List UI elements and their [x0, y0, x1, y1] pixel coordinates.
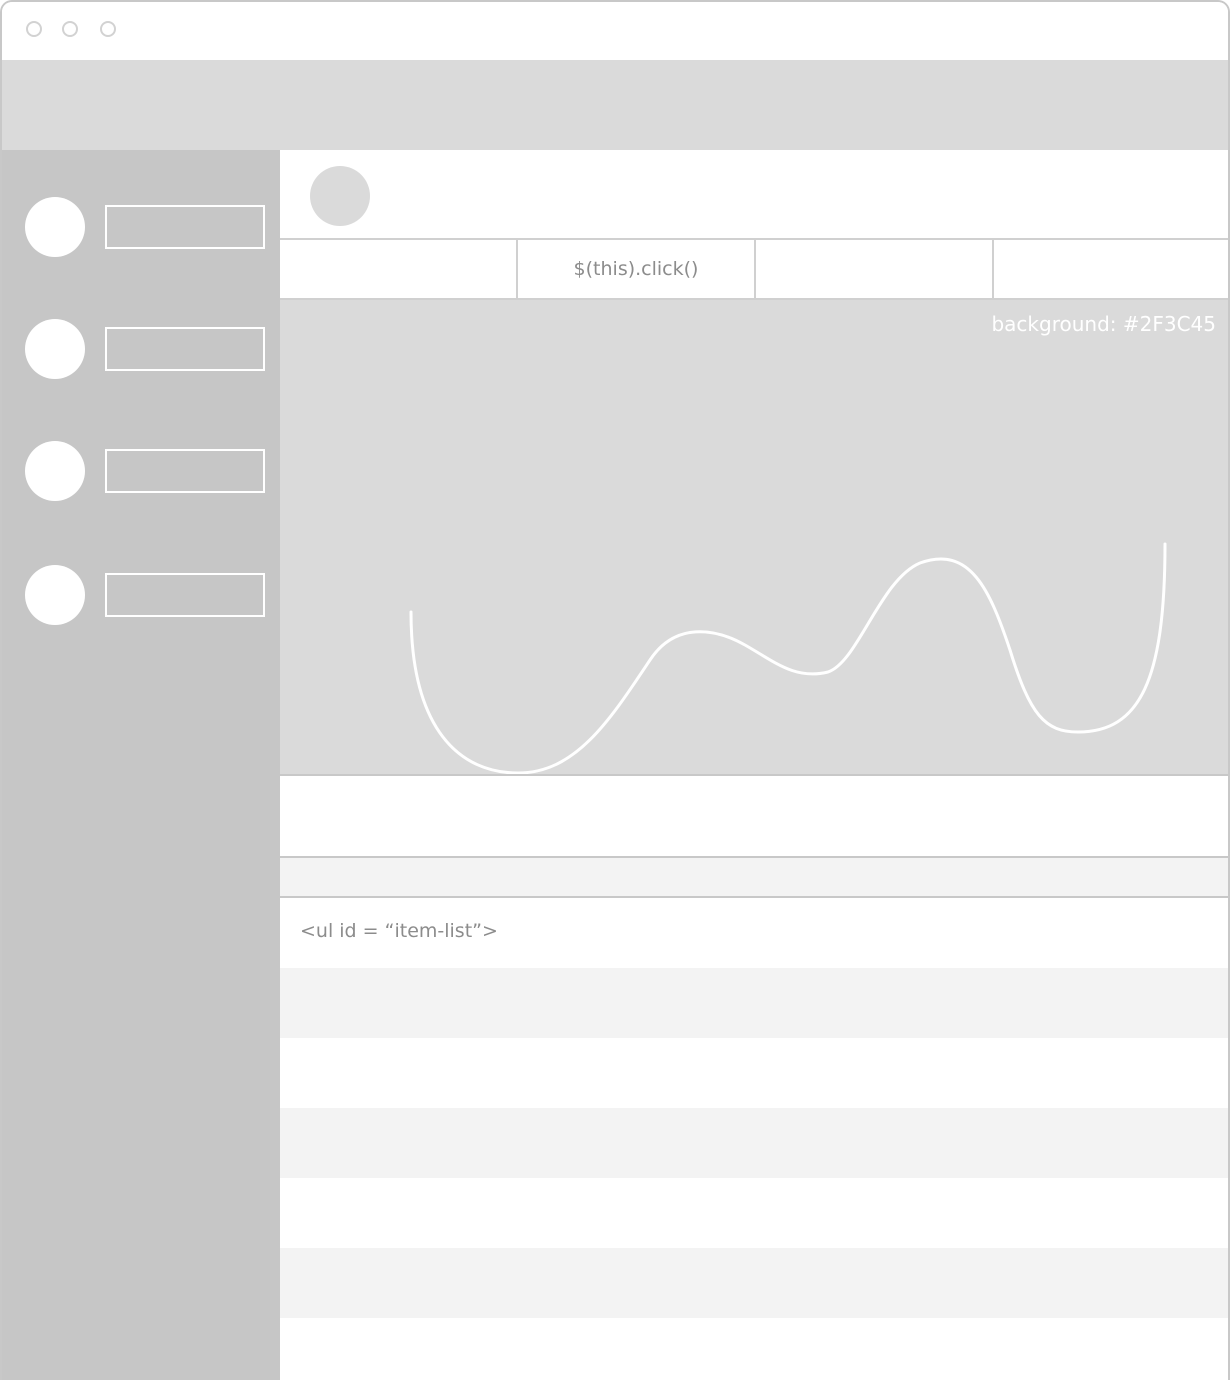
maximize-window-button[interactable]: [100, 21, 116, 37]
top-toolbar: [2, 60, 1228, 150]
sidebar-item-label: [105, 573, 265, 617]
list-caption: <ul id = “item-list”>: [280, 898, 1228, 968]
tab-1[interactable]: [280, 240, 518, 298]
list-item[interactable]: [280, 1248, 1228, 1318]
browser-window: $(this).click() background: #2F3C45 <ul …: [0, 0, 1230, 1380]
list-item[interactable]: [280, 1178, 1228, 1248]
sidebar-item-avatar: [25, 441, 85, 501]
sidebar-item-4[interactable]: [2, 563, 280, 627]
sidebar-item-2[interactable]: [2, 317, 280, 381]
list-item[interactable]: [280, 1318, 1228, 1380]
sidebar-item-label: [105, 205, 265, 249]
list-item[interactable]: [280, 968, 1228, 1038]
tab-4[interactable]: [994, 240, 1228, 298]
sidebar-item-3[interactable]: [2, 439, 280, 503]
sidebar-item-avatar: [25, 319, 85, 379]
close-window-button[interactable]: [26, 21, 42, 37]
sidebar-item-1[interactable]: [2, 195, 280, 259]
content-header: [280, 150, 1228, 240]
tab-3[interactable]: [756, 240, 994, 298]
title-bar: [2, 2, 1228, 60]
wave-line: [409, 542, 1167, 774]
blank-section: [280, 776, 1228, 858]
tab-bar: $(this).click(): [280, 240, 1228, 300]
tab-click-handler[interactable]: $(this).click(): [518, 240, 756, 298]
background-color-note: background: #2F3C45: [991, 312, 1216, 336]
minimize-window-button[interactable]: [62, 21, 78, 37]
list-header: [280, 858, 1228, 898]
list-item[interactable]: [280, 1108, 1228, 1178]
sidebar-item-avatar: [25, 197, 85, 257]
main-content: $(this).click() background: #2F3C45 <ul …: [280, 150, 1228, 1380]
sidebar-item-avatar: [25, 565, 85, 625]
user-avatar[interactable]: [310, 166, 370, 226]
chart-panel: background: #2F3C45: [280, 300, 1228, 776]
sidebar-item-label: [105, 449, 265, 493]
sidebar-item-label: [105, 327, 265, 371]
sidebar: [2, 150, 280, 1380]
wave-chart: [409, 542, 1167, 774]
list-item[interactable]: [280, 1038, 1228, 1108]
